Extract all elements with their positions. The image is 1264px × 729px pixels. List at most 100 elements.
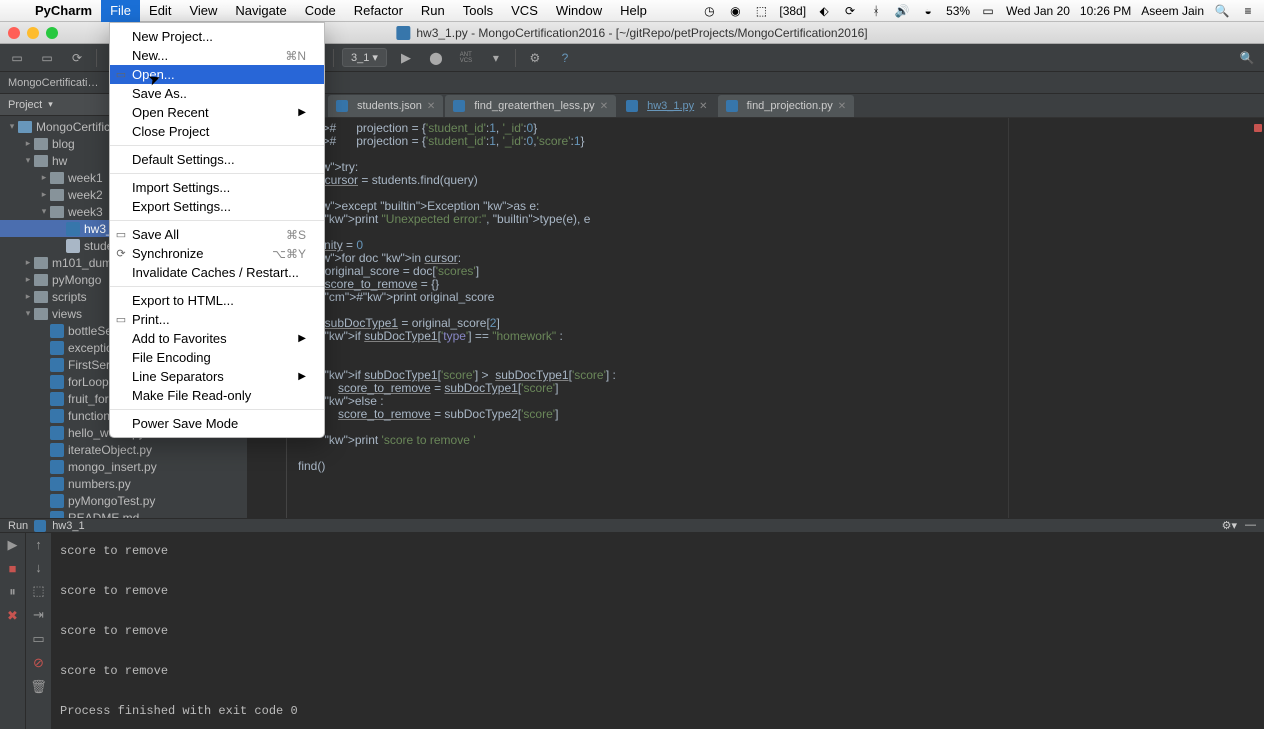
- file-menu-item[interactable]: New Project...: [110, 27, 324, 46]
- vcs-icon[interactable]: ▾: [485, 47, 507, 69]
- file-menu-item[interactable]: Export to HTML...: [110, 291, 324, 310]
- menu-file[interactable]: File: [101, 0, 140, 22]
- file-menu-item[interactable]: File Encoding: [110, 348, 324, 367]
- file-menu-item[interactable]: Add to Favorites▶: [110, 329, 324, 348]
- py-icon: [50, 358, 64, 372]
- volume-icon[interactable]: 🔊: [894, 3, 910, 19]
- wifi-icon[interactable]: ◒: [920, 3, 936, 19]
- status-icon-3[interactable]: ⬚: [753, 3, 769, 19]
- debug-button-icon[interactable]: ⬤: [425, 47, 447, 69]
- code-area[interactable]: "cm"># projection = {'student_id':1, '_i…: [248, 118, 1264, 518]
- bluetooth-icon[interactable]: ᚼ: [868, 3, 884, 19]
- window-maximize-button[interactable]: [46, 27, 58, 39]
- menu-refactor[interactable]: Refactor: [345, 0, 412, 22]
- mac-menubar: PyCharm File Edit View Navigate Code Ref…: [0, 0, 1264, 22]
- battery-icon[interactable]: ▭: [980, 3, 996, 19]
- print-run-icon[interactable]: ▭: [32, 631, 44, 647]
- stop-run-icon[interactable]: ■: [9, 561, 17, 576]
- menu-navigate[interactable]: Navigate: [226, 0, 295, 22]
- file-menu-item[interactable]: Line Separators▶: [110, 367, 324, 386]
- file-menu-item[interactable]: ▭Save All⌘S: [110, 225, 324, 244]
- stop-icon[interactable]: ANTVCS: [455, 47, 477, 69]
- tree-row[interactable]: README.md: [0, 509, 247, 518]
- window-minimize-button[interactable]: [27, 27, 39, 39]
- tab-close-icon[interactable]: ✕: [838, 101, 846, 112]
- open-icon[interactable]: ▭: [6, 47, 28, 69]
- trash-icon[interactable]: 🗑: [30, 679, 47, 695]
- date[interactable]: Wed Jan 20: [1006, 4, 1070, 18]
- time[interactable]: 10:26 PM: [1080, 4, 1131, 18]
- editor-tabs: students.json✕find_greaterthen_less.py✕h…: [248, 94, 1264, 118]
- tree-row[interactable]: numbers.py: [0, 475, 247, 492]
- notifications-icon[interactable]: ≡: [1240, 3, 1256, 19]
- down-icon[interactable]: ↓: [35, 560, 42, 575]
- clear-icon[interactable]: ⊘: [33, 655, 44, 671]
- close-run-icon[interactable]: ✖: [7, 608, 18, 624]
- breadcrumb-item[interactable]: MongoCertificati…: [8, 77, 98, 89]
- run-button-icon[interactable]: ▶: [395, 47, 417, 69]
- save-all-icon[interactable]: ▭: [36, 47, 58, 69]
- file-menu-item[interactable]: ⟳Synchronize⌥⌘Y: [110, 244, 324, 263]
- app-name[interactable]: PyCharm: [26, 0, 101, 22]
- file-menu-item[interactable]: Export Settings...: [110, 197, 324, 216]
- scroll-end-icon[interactable]: ⇥: [33, 607, 44, 623]
- pause-icon[interactable]: ⏸: [9, 584, 16, 600]
- file-menu-item[interactable]: Import Settings...: [110, 178, 324, 197]
- file-menu-item[interactable]: Invalidate Caches / Restart...: [110, 263, 324, 282]
- refresh-icon[interactable]: ⟳: [66, 47, 88, 69]
- file-menu-item[interactable]: Open Recent▶: [110, 103, 324, 122]
- py-icon: [50, 392, 64, 406]
- run-config-name: hw3_1: [52, 520, 84, 532]
- folder-icon: [34, 155, 48, 167]
- menu-run[interactable]: Run: [412, 0, 454, 22]
- run-config-select[interactable]: 3_1 ▾: [342, 48, 387, 67]
- run-hide-icon[interactable]: —: [1245, 519, 1256, 532]
- menu-help[interactable]: Help: [611, 0, 656, 22]
- search-everywhere-icon[interactable]: 🔍: [1236, 47, 1258, 69]
- soft-wrap-icon[interactable]: ⬚: [32, 583, 44, 599]
- file-menu-item[interactable]: Default Settings...: [110, 150, 324, 169]
- settings-icon[interactable]: ⚙: [524, 47, 546, 69]
- file-menu-item[interactable]: Power Save Mode: [110, 414, 324, 433]
- help-icon[interactable]: ?: [554, 47, 576, 69]
- folder-icon: [50, 189, 64, 201]
- menu-code[interactable]: Code: [296, 0, 345, 22]
- python-run-icon: [34, 520, 46, 532]
- console-output[interactable]: score to remove score to remove score to…: [52, 533, 1264, 729]
- menu-vcs[interactable]: VCS: [502, 0, 547, 22]
- username[interactable]: Aseem Jain: [1141, 4, 1204, 18]
- tab-close-icon[interactable]: ✕: [600, 101, 608, 112]
- rerun-icon[interactable]: ▶: [8, 537, 18, 553]
- file-menu-item[interactable]: Save As..: [110, 84, 324, 103]
- run-tool-window: Run hw3_1 ⚙▾ — ▶ ■ ⏸ ✖ ↑ ↓ ⬚ ⇥ ▭ ⊘ 🗑 sco…: [0, 518, 1264, 720]
- tree-row[interactable]: iterateObject.py: [0, 441, 247, 458]
- editor-tab[interactable]: hw3_1.py✕: [618, 95, 715, 117]
- editor-tab[interactable]: students.json✕: [328, 95, 443, 117]
- dropbox-icon[interactable]: ⬖: [816, 3, 832, 19]
- run-settings-icon[interactable]: ⚙▾: [1222, 519, 1237, 532]
- file-menu-item[interactable]: Make File Read-only: [110, 386, 324, 405]
- run-label[interactable]: Run: [8, 520, 28, 532]
- status-icon-1[interactable]: ◷: [701, 3, 717, 19]
- file-menu-item[interactable]: ▭Open...: [110, 65, 324, 84]
- file-menu-item[interactable]: ▭Print...: [110, 310, 324, 329]
- tree-row[interactable]: pyMongoTest.py: [0, 492, 247, 509]
- menu-edit[interactable]: Edit: [140, 0, 180, 22]
- up-icon[interactable]: ↑: [35, 537, 42, 552]
- editor-tab[interactable]: find_greaterthen_less.py✕: [445, 95, 616, 117]
- menu-window[interactable]: Window: [547, 0, 611, 22]
- sync-icon[interactable]: ⟳: [842, 3, 858, 19]
- menu-view[interactable]: View: [180, 0, 226, 22]
- tree-row[interactable]: mongo_insert.py: [0, 458, 247, 475]
- apple-logo-icon[interactable]: [8, 0, 26, 22]
- menu-tools[interactable]: Tools: [454, 0, 502, 22]
- status-icon-2[interactable]: ◉: [727, 3, 743, 19]
- file-menu-item[interactable]: New...⌘N: [110, 46, 324, 65]
- tab-close-icon[interactable]: ✕: [699, 101, 707, 112]
- editor-tab[interactable]: find_projection.py✕: [718, 95, 855, 117]
- tab-close-icon[interactable]: ✕: [427, 101, 435, 112]
- spotlight-icon[interactable]: 🔍: [1214, 3, 1230, 19]
- py-icon: [50, 409, 64, 423]
- file-menu-item[interactable]: Close Project: [110, 122, 324, 141]
- window-close-button[interactable]: [8, 27, 20, 39]
